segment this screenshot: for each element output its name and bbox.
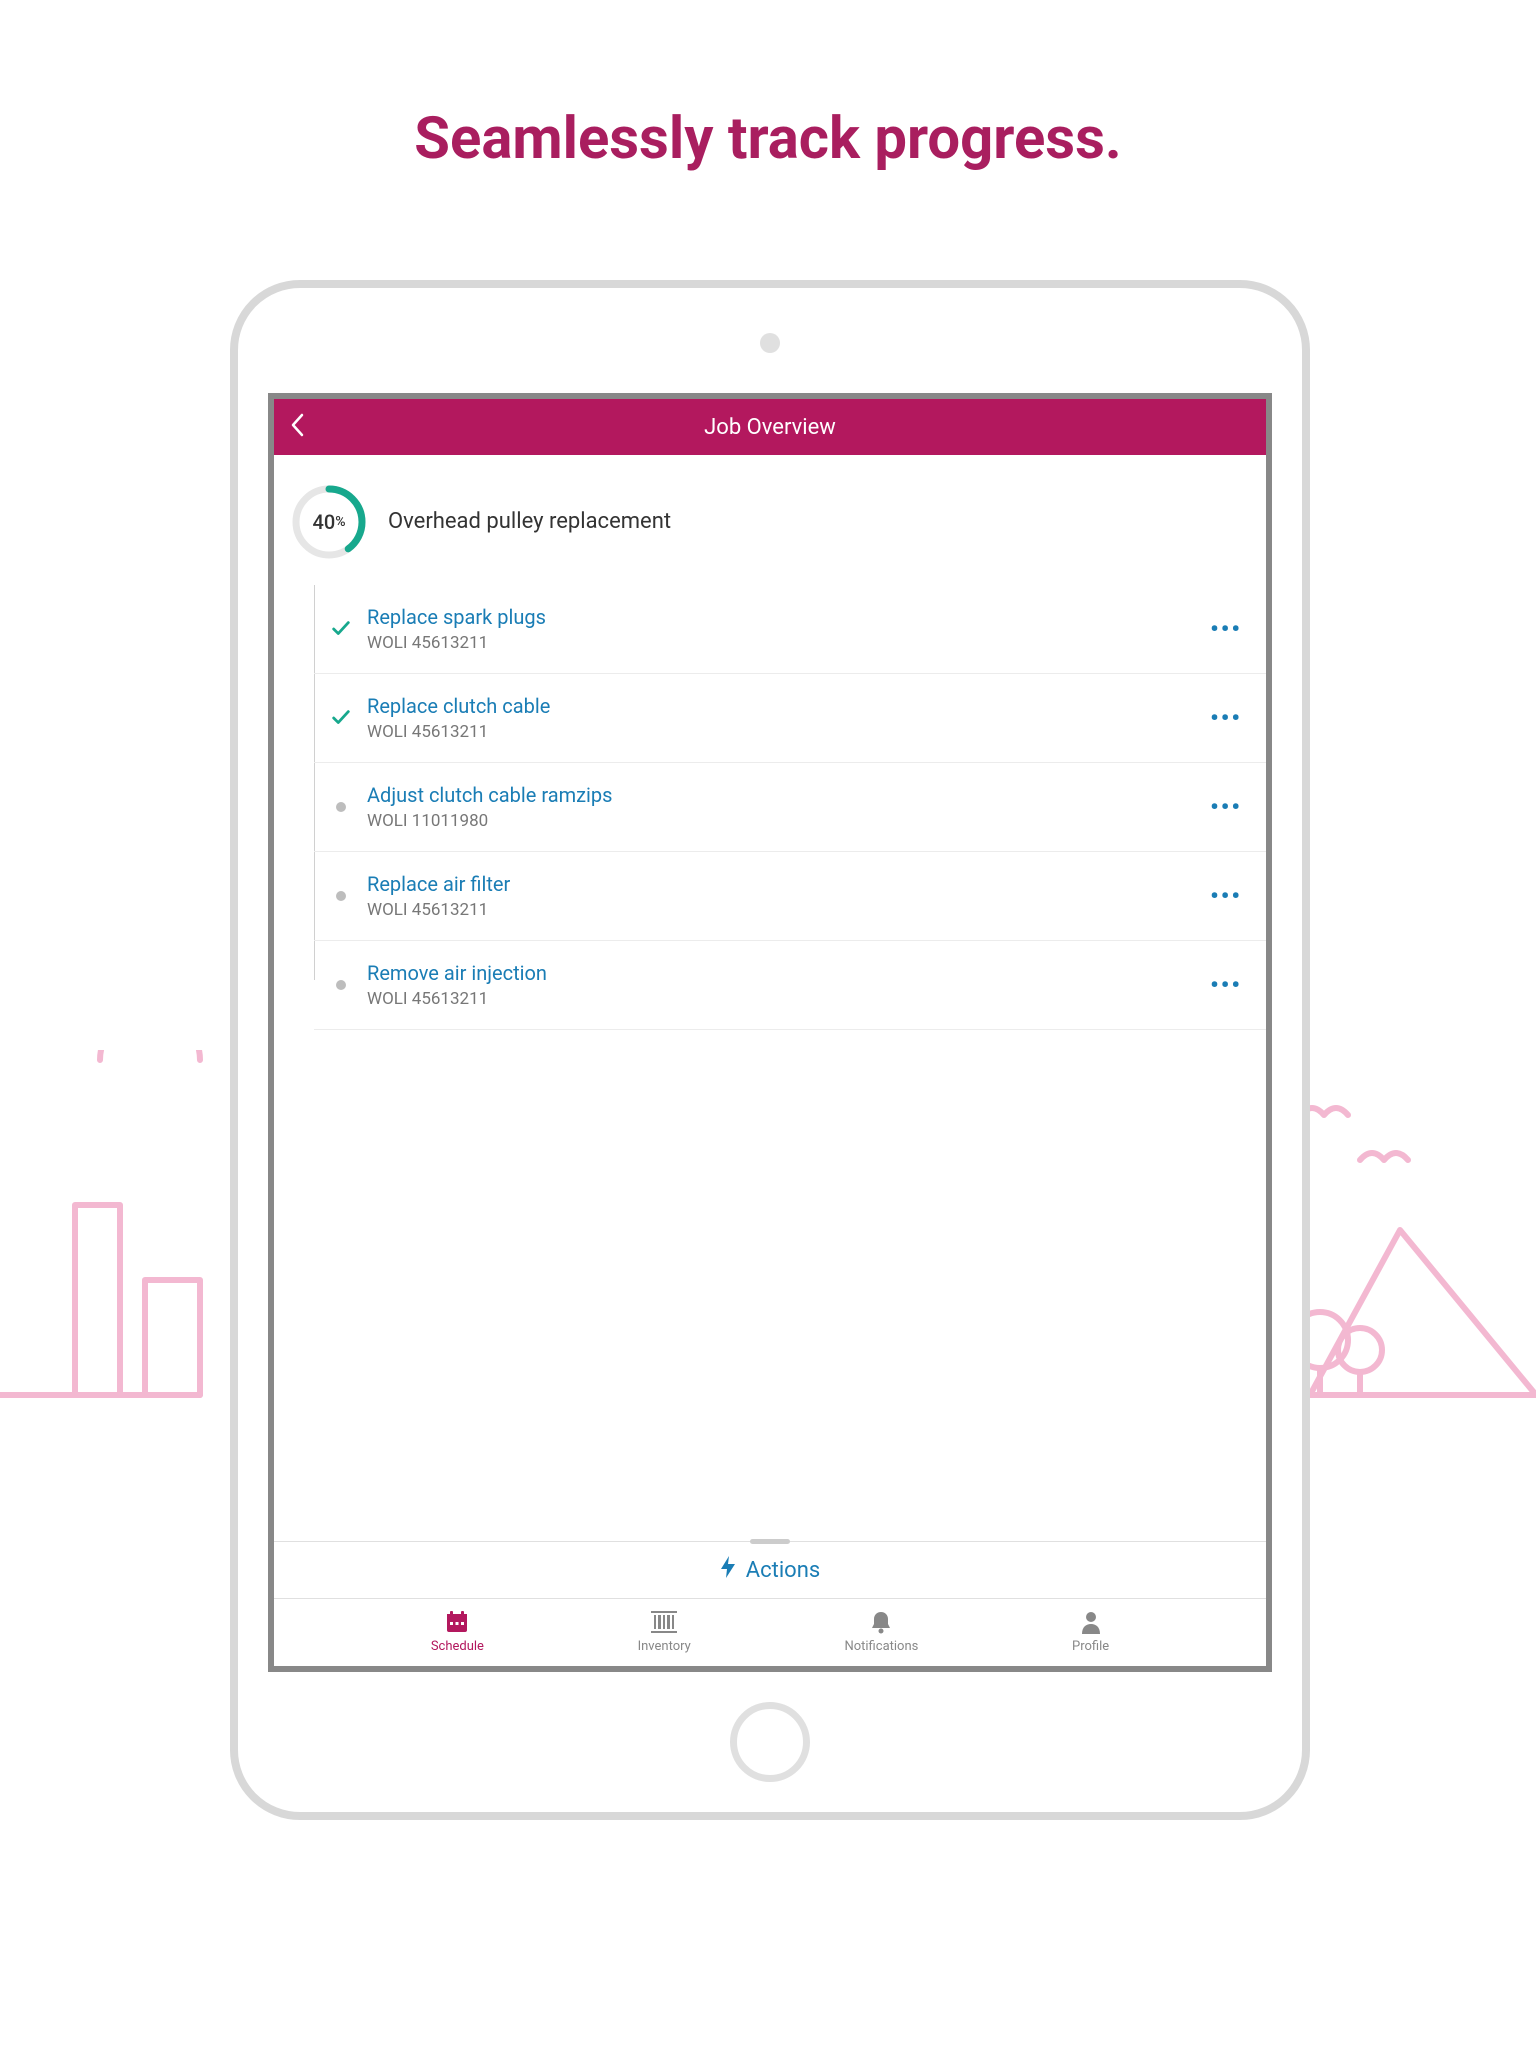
nav-notifications[interactable]: Notifications bbox=[844, 1609, 918, 1654]
job-title: Overhead pulley replacement bbox=[388, 508, 671, 537]
page-title: Job Overview bbox=[274, 415, 1266, 440]
lightning-icon bbox=[720, 1556, 736, 1584]
check-icon bbox=[329, 618, 353, 640]
tablet-home-button bbox=[730, 1702, 810, 1782]
nav-label: Notifications bbox=[844, 1639, 918, 1654]
task-title: Adjust clutch cable ramzips bbox=[367, 783, 1210, 807]
nav-label: Profile bbox=[1072, 1639, 1109, 1654]
task-list: Replace spark plugs WOLI 45613211 ••• Re… bbox=[274, 585, 1266, 1030]
bell-icon bbox=[868, 1609, 894, 1635]
progress-percent-value: 40 bbox=[312, 510, 335, 534]
nav-profile[interactable]: Profile bbox=[1072, 1609, 1109, 1654]
actions-label: Actions bbox=[746, 1558, 820, 1583]
barcode-icon bbox=[651, 1609, 677, 1635]
more-icon[interactable]: ••• bbox=[1210, 801, 1242, 813]
more-icon[interactable]: ••• bbox=[1210, 712, 1242, 724]
task-subtitle: WOLI 11011980 bbox=[367, 811, 1210, 831]
task-title: Replace air filter bbox=[367, 872, 1210, 896]
task-subtitle: WOLI 45613211 bbox=[367, 900, 1210, 920]
task-row[interactable]: Replace spark plugs WOLI 45613211 ••• bbox=[314, 585, 1266, 674]
pending-dot-icon bbox=[329, 980, 353, 990]
check-icon bbox=[329, 707, 353, 729]
task-title: Replace spark plugs bbox=[367, 605, 1210, 629]
task-subtitle: WOLI 45613211 bbox=[367, 989, 1210, 1009]
task-title: Remove air injection bbox=[367, 961, 1210, 985]
more-icon[interactable]: ••• bbox=[1210, 979, 1242, 991]
task-row[interactable]: Replace clutch cable WOLI 45613211 ••• bbox=[314, 674, 1266, 763]
task-subtitle: WOLI 45613211 bbox=[367, 722, 1210, 742]
progress-percent-symbol: % bbox=[335, 514, 345, 530]
back-icon[interactable] bbox=[290, 411, 304, 444]
calendar-icon bbox=[444, 1609, 470, 1635]
nav-schedule[interactable]: Schedule bbox=[431, 1609, 484, 1654]
tablet-camera bbox=[760, 333, 780, 353]
progress-section: 40% Overhead pulley replacement bbox=[274, 455, 1266, 585]
task-title: Replace clutch cable bbox=[367, 694, 1210, 718]
person-icon bbox=[1078, 1609, 1104, 1635]
marketing-headline: Seamlessly track progress. bbox=[0, 105, 1536, 173]
nav-inventory[interactable]: Inventory bbox=[638, 1609, 691, 1654]
actions-bar[interactable]: Actions bbox=[274, 1541, 1266, 1599]
task-row[interactable]: Remove air injection WOLI 45613211 ••• bbox=[314, 941, 1266, 1030]
more-icon[interactable]: ••• bbox=[1210, 890, 1242, 902]
nav-label: Schedule bbox=[431, 1639, 484, 1654]
more-icon[interactable]: ••• bbox=[1210, 623, 1242, 635]
progress-ring: 40% bbox=[290, 483, 368, 561]
task-row[interactable]: Replace air filter WOLI 45613211 ••• bbox=[314, 852, 1266, 941]
nav-label: Inventory bbox=[638, 1639, 691, 1654]
task-row[interactable]: Adjust clutch cable ramzips WOLI 1101198… bbox=[314, 763, 1266, 852]
tablet-frame: Job Overview 40% Overhead pulley replace… bbox=[230, 280, 1310, 1820]
app-header: Job Overview bbox=[274, 399, 1266, 455]
pending-dot-icon bbox=[329, 891, 353, 901]
app-screen: Job Overview 40% Overhead pulley replace… bbox=[268, 393, 1272, 1672]
task-subtitle: WOLI 45613211 bbox=[367, 633, 1210, 653]
pending-dot-icon bbox=[329, 802, 353, 812]
progress-percent-label: 40% bbox=[290, 483, 368, 561]
drag-handle-icon[interactable] bbox=[750, 1539, 790, 1544]
bottom-nav: Schedule Inventory Notifications Profile bbox=[274, 1599, 1266, 1666]
